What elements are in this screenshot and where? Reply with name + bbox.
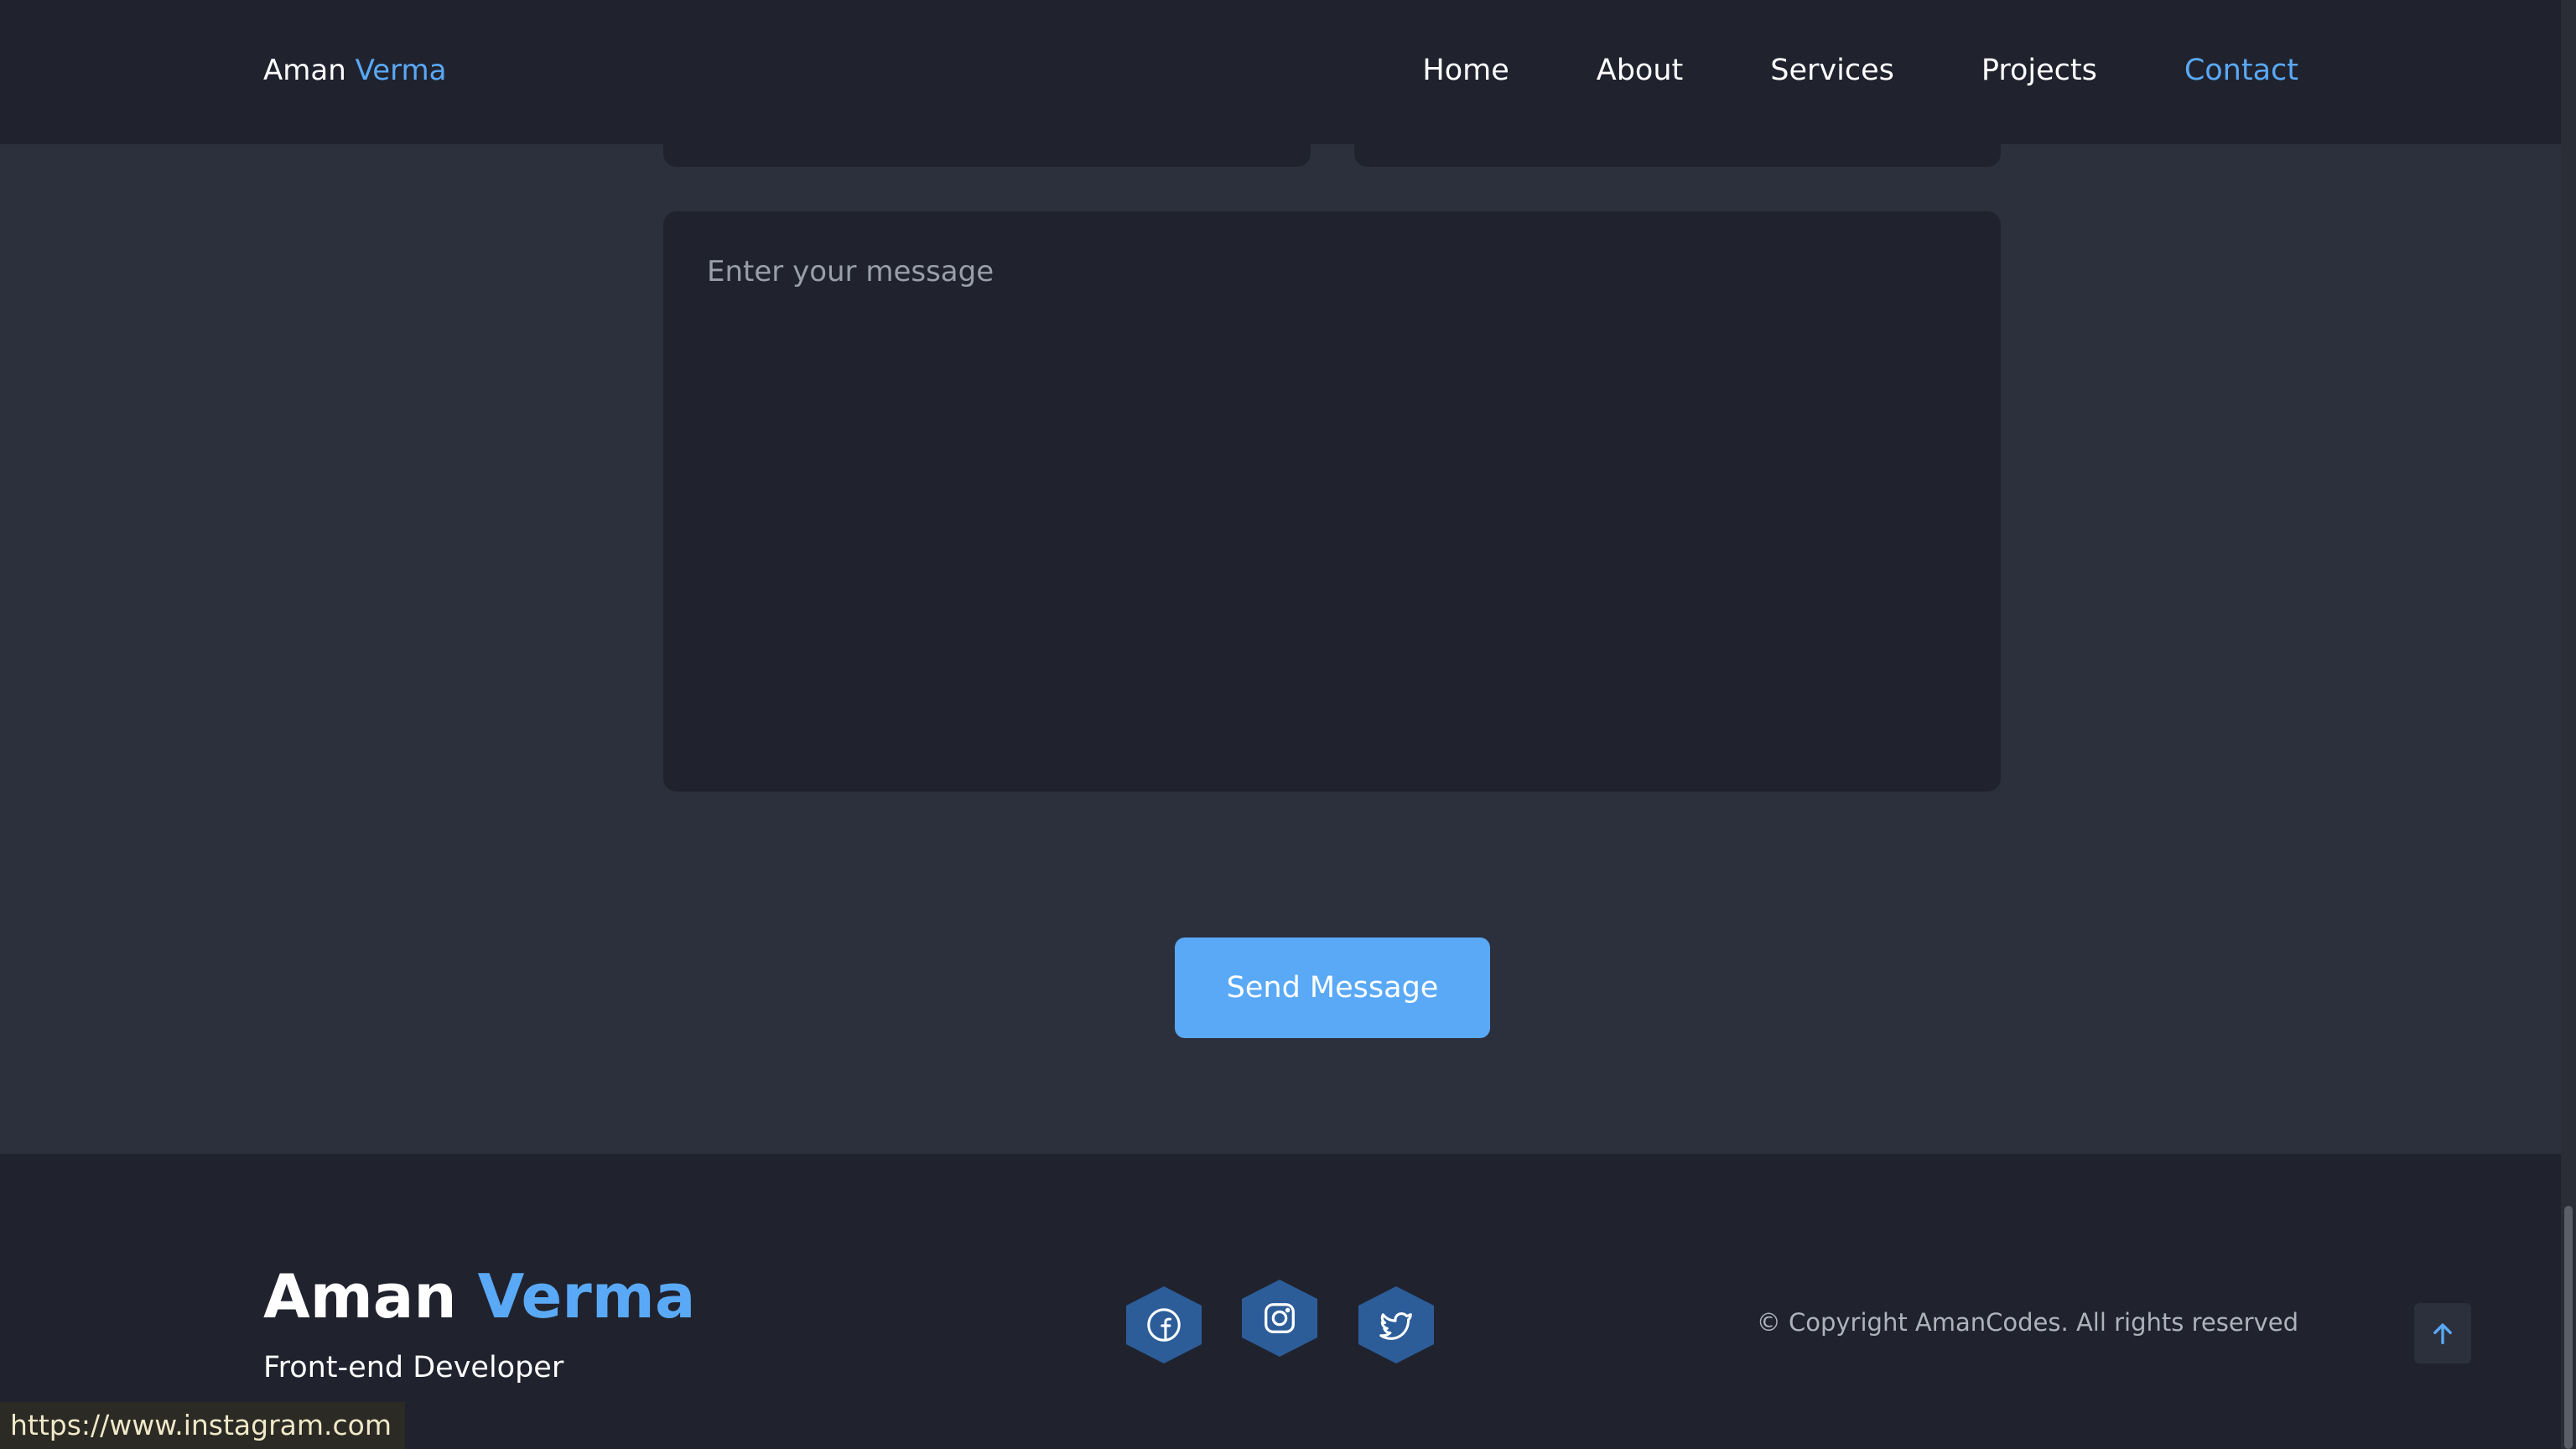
message-textarea[interactable] <box>663 211 2001 792</box>
facebook-icon <box>1147 1308 1181 1342</box>
nav-link-services[interactable]: Services <box>1770 52 1894 89</box>
scrollbar-thumb[interactable] <box>2564 1206 2573 1449</box>
footer-brand-first: Aman <box>263 1261 457 1332</box>
arrow-up-icon <box>2433 1323 2452 1345</box>
footer-brand: Aman Verma <box>263 1261 695 1332</box>
twitter-icon <box>1379 1312 1412 1340</box>
instagram-link[interactable] <box>1242 1280 1317 1357</box>
nav-link-about[interactable]: About <box>1597 52 1683 89</box>
nav-brand-logo[interactable]: Aman Verma <box>263 52 446 89</box>
instagram-icon <box>1265 1303 1295 1333</box>
nav-brand-first: Aman <box>263 54 346 87</box>
back-to-top-button[interactable] <box>2414 1303 2471 1363</box>
nav-link-home[interactable]: Home <box>1422 52 1509 89</box>
footer-brand-second: Verma <box>477 1261 696 1332</box>
nav-links: Home About Services Projects Contact <box>1422 52 2298 89</box>
nav-link-contact[interactable]: Contact <box>2184 52 2298 89</box>
status-bar-url: https://www.instagram.com <box>0 1402 406 1449</box>
message-field-wrapper <box>663 211 2001 792</box>
top-navbar: Aman Verma Home About Services Projects … <box>0 0 2561 144</box>
copyright-text: © Copyright AmanCodes. All rights reserv… <box>1756 1308 2298 1337</box>
send-message-button[interactable]: Send Message <box>1175 937 1490 1038</box>
footer-role: Front-end Developer <box>263 1351 564 1384</box>
facebook-link[interactable] <box>1126 1286 1202 1363</box>
twitter-link[interactable] <box>1358 1286 1434 1363</box>
nav-brand-second: Verma <box>355 54 447 87</box>
nav-link-projects[interactable]: Projects <box>1981 52 2097 89</box>
